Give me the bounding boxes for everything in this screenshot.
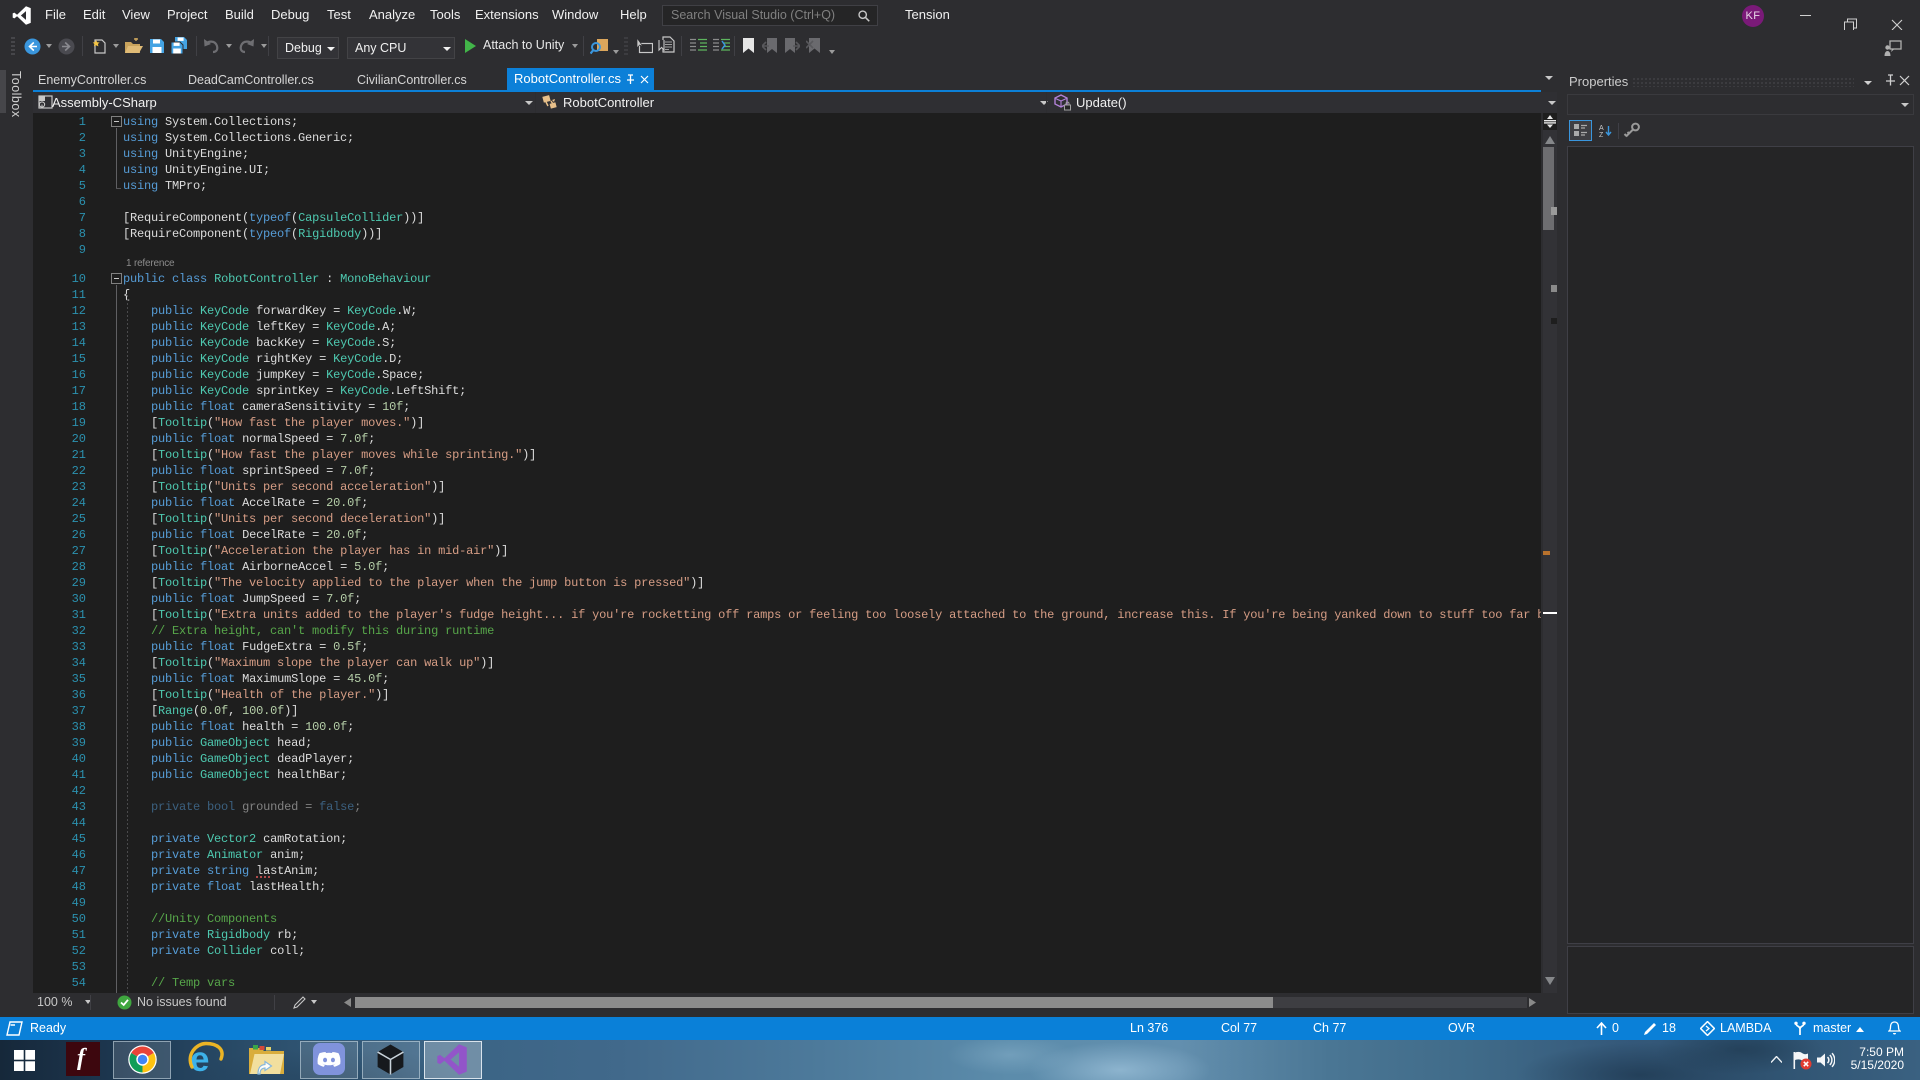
svg-text:A: A [1599,125,1604,132]
svg-text:Z: Z [1599,132,1604,137]
